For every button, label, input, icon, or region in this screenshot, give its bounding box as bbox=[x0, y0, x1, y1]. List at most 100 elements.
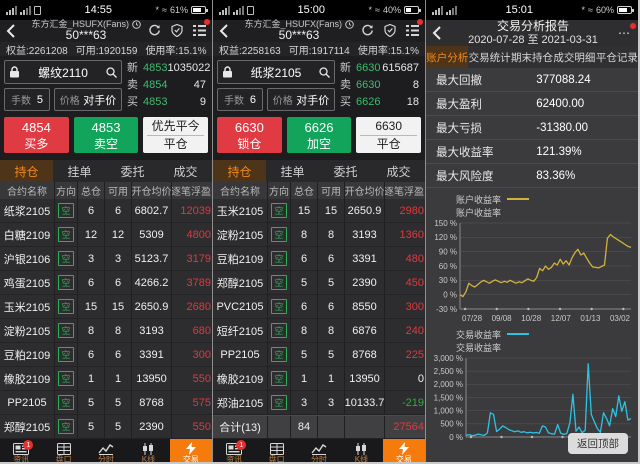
table-row[interactable]: 橡胶2109空1113950550 bbox=[0, 367, 212, 391]
tab-positions[interactable]: 持仓 bbox=[0, 160, 53, 182]
available-lots-cell: 1 bbox=[105, 367, 132, 390]
report-tab-期末持仓[interactable]: 期末持仓 bbox=[511, 46, 553, 68]
svg-text:90 %: 90 % bbox=[439, 247, 457, 256]
report-tab-账户分析[interactable]: 账户分析 bbox=[426, 46, 468, 68]
nav-item-盘口[interactable]: 盘口 bbox=[42, 439, 84, 462]
total-lots-cell: 6 bbox=[78, 271, 105, 294]
nav-item-盘口[interactable]: 盘口 bbox=[255, 439, 297, 462]
floating-pnl-cell: 2980 bbox=[385, 199, 425, 222]
nav-item-交易[interactable]: 交易 bbox=[383, 439, 425, 462]
close-position-button[interactable]: 优先平今 平仓 bbox=[143, 117, 208, 153]
totals-row[interactable]: 合计(13)8427564 bbox=[213, 415, 425, 439]
table-row[interactable]: PP2105空558768575 bbox=[0, 391, 212, 415]
tab-orders[interactable]: 委托 bbox=[319, 160, 372, 182]
table-row[interactable]: 玉米2105空15152650.92980 bbox=[213, 199, 425, 223]
nav-item-分时[interactable]: 分时 bbox=[298, 439, 340, 462]
total-lots-cell: 3 bbox=[291, 391, 318, 414]
status-time: 15:01 bbox=[457, 4, 582, 16]
wifi-icon: ≈ bbox=[162, 5, 167, 15]
available-lots-cell: 1 bbox=[318, 367, 345, 390]
stat-value: 83.36% bbox=[536, 170, 575, 182]
table-row[interactable]: 豆粕2109空663391300 bbox=[0, 343, 212, 367]
table-row[interactable]: 淀粉2105空8831931360 bbox=[213, 223, 425, 247]
tab-pending[interactable]: 挂单 bbox=[266, 160, 319, 182]
chart-title-account: 账户收益率 bbox=[426, 206, 638, 218]
table-row[interactable]: 豆粕2109空663391480 bbox=[213, 247, 425, 271]
table-row[interactable]: 淀粉2105空883193680 bbox=[0, 319, 212, 343]
contract-name: PP2105 bbox=[213, 343, 268, 366]
back-to-top-button[interactable]: 返回顶部 bbox=[568, 433, 628, 454]
buy-long-button[interactable]: 4854 买多 bbox=[4, 117, 69, 153]
table-row[interactable]: 玉米2105空15152650.92680 bbox=[0, 295, 212, 319]
nav-item-资讯[interactable]: 资讯1 bbox=[213, 439, 255, 462]
contract-selector[interactable]: 螺纹2110 bbox=[4, 60, 122, 84]
tab-pending[interactable]: 挂单 bbox=[53, 160, 106, 182]
table-row[interactable]: 短纤2105空886876240 bbox=[213, 319, 425, 343]
price-mode-select[interactable]: 价格 对手价 bbox=[54, 88, 122, 111]
lots-value: 6 bbox=[250, 94, 256, 106]
available-value: 可用:1917114 bbox=[289, 42, 350, 57]
notification-dot bbox=[204, 19, 210, 25]
ellipsis-icon[interactable]: ⋯ bbox=[616, 26, 632, 40]
back-icon[interactable] bbox=[432, 24, 450, 42]
refresh-icon[interactable] bbox=[361, 22, 374, 40]
floating-pnl-cell: 680 bbox=[172, 319, 212, 342]
candlestick-icon bbox=[354, 443, 368, 455]
clock-icon bbox=[345, 20, 354, 29]
nav-item-交易[interactable]: 交易 bbox=[170, 439, 212, 462]
table-row[interactable]: 沪银2106空335123.73179 bbox=[0, 247, 212, 271]
nav-item-分时[interactable]: 分时 bbox=[85, 439, 127, 462]
sell-short-button[interactable]: 4853 卖空 bbox=[74, 117, 139, 153]
battery-icon bbox=[191, 6, 206, 14]
contract-selector[interactable]: 纸浆2105 bbox=[217, 60, 335, 84]
contract-name: 鸡蛋2105 bbox=[0, 271, 55, 294]
shield-icon[interactable] bbox=[171, 22, 183, 40]
search-icon[interactable] bbox=[319, 67, 330, 78]
table-row[interactable]: 郑醇2105空552390450 bbox=[213, 271, 425, 295]
nav-item-K线[interactable]: K线 bbox=[127, 439, 169, 462]
table-row[interactable]: PP2105空558768225 bbox=[213, 343, 425, 367]
list-icon[interactable] bbox=[193, 22, 206, 40]
x-tick-label: 09/08 bbox=[492, 314, 512, 323]
report-panel: 15:01 * ≈ 60% 交易分析报告 2020-07-28 至 2021-0… bbox=[426, 0, 638, 462]
nav-item-K线[interactable]: K线 bbox=[340, 439, 382, 462]
tab-fills[interactable]: 成交 bbox=[159, 160, 212, 182]
back-icon[interactable] bbox=[219, 22, 237, 40]
report-tab-平仓记录[interactable]: 平仓记录 bbox=[596, 46, 638, 68]
refresh-icon[interactable] bbox=[148, 22, 161, 40]
contract-name: 郑醇2105 bbox=[0, 415, 55, 438]
tab-positions[interactable]: 持仓 bbox=[213, 160, 266, 182]
lots-stepper[interactable]: 手数 6 bbox=[217, 88, 263, 111]
lots-stepper[interactable]: 手数 5 bbox=[4, 88, 50, 111]
shield-icon[interactable] bbox=[384, 22, 396, 40]
tab-fills[interactable]: 成交 bbox=[372, 160, 425, 182]
search-icon[interactable] bbox=[106, 67, 117, 78]
total-lots-cell: 1 bbox=[291, 367, 318, 390]
nav-item-资讯[interactable]: 资讯1 bbox=[0, 439, 42, 462]
table-row[interactable]: 鸡蛋2105空664266.23789 bbox=[0, 271, 212, 295]
report-tab-交易统计[interactable]: 交易统计 bbox=[468, 46, 510, 68]
floating-pnl-cell: 1360 bbox=[385, 223, 425, 246]
back-icon[interactable] bbox=[6, 22, 24, 40]
close-position-button[interactable]: 6630 平仓 bbox=[356, 117, 421, 153]
list-icon[interactable] bbox=[406, 22, 419, 40]
trade-panel-middle: 15:00 * ≈ 40% 东方汇金_HSUFX(Fans) 50***63 bbox=[213, 0, 426, 462]
floating-pnl-cell: 575 bbox=[172, 391, 212, 414]
table-row[interactable]: 纸浆2105空666802.712039 bbox=[0, 199, 212, 223]
add-short-button[interactable]: 6626 加空 bbox=[287, 117, 352, 153]
table-row[interactable]: PVC2105空668550300 bbox=[213, 295, 425, 319]
table-row[interactable]: 橡胶2109空11139500 bbox=[213, 367, 425, 391]
tab-orders[interactable]: 委托 bbox=[106, 160, 159, 182]
contract-name: 郑油2105 bbox=[213, 391, 268, 414]
table-row[interactable]: 郑醇2105空552390550 bbox=[0, 415, 212, 439]
lock-position-button[interactable]: 6630 锁仓 bbox=[217, 117, 282, 153]
direction-cell: 空 bbox=[55, 343, 78, 366]
wifi-icon: ≈ bbox=[375, 5, 380, 15]
total-lots-cell: 5 bbox=[78, 415, 105, 438]
table-row[interactable]: 郑油2105空3310133.7-219 bbox=[213, 391, 425, 415]
price-mode-select[interactable]: 价格 对手价 bbox=[267, 88, 335, 111]
report-tab-成交明细[interactable]: 成交明细 bbox=[553, 46, 595, 68]
chart-legend-account: 账户收益率 bbox=[426, 192, 638, 206]
table-row[interactable]: 白糖2109空121253094800 bbox=[0, 223, 212, 247]
contract-name: 纸浆2105 bbox=[233, 64, 319, 81]
